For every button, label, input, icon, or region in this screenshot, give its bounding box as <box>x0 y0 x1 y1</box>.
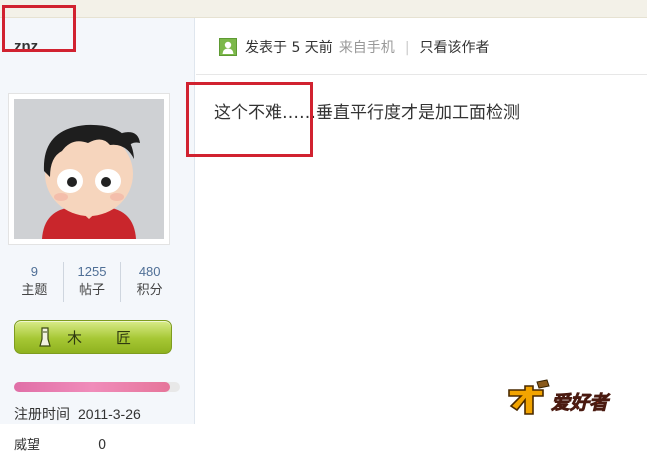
rank-char-1: 木 <box>67 329 83 347</box>
svg-text:爱好者: 爱好者 <box>551 392 611 414</box>
chisel-icon <box>39 327 51 347</box>
prestige-value: 0 <box>98 438 107 453</box>
top-strip <box>0 0 647 18</box>
prestige-label: 威望 <box>14 438 41 453</box>
stat-points-label: 积分 <box>136 283 163 298</box>
post-source: 来自手机 <box>338 40 395 56</box>
stat-posts-label: 帖子 <box>79 283 106 298</box>
post-meta-bar: 发表于 5 天前 来自手机 | 只看该作者 <box>196 18 647 75</box>
register-label: 注册时间 <box>14 407 70 423</box>
author-sidebar: znz 9 主题 1255 帖子 480 积分 木 匠 注册时间 2011-3-… <box>0 18 195 453</box>
register-time: 注册时间 2011-3-26 <box>14 404 141 424</box>
stat-topics[interactable]: 9 主题 <box>6 262 63 302</box>
stat-posts-value: 1255 <box>77 264 107 279</box>
posted-time: 发表于 5 天前 <box>245 40 333 56</box>
avatar-image <box>14 99 164 239</box>
avatar[interactable] <box>8 93 170 245</box>
register-date: 2011-3-26 <box>78 406 141 422</box>
post-meta-text: 发表于 5 天前 来自手机 | 只看该作者 <box>245 37 490 57</box>
rank-char-2: 匠 <box>116 329 132 347</box>
stat-topics-label: 主题 <box>21 283 48 298</box>
only-author-link[interactable]: 只看该作者 <box>420 40 490 56</box>
meta-divider: | <box>404 40 410 56</box>
rank-badge: 木匠 <box>14 320 172 354</box>
user-icon <box>219 38 237 56</box>
highlight-box-content <box>186 82 313 157</box>
author-stats: 9 主题 1255 帖子 480 积分 <box>6 262 178 302</box>
stat-points-value: 480 <box>138 264 161 279</box>
highlight-box-author <box>2 5 76 52</box>
rank-progress-fill <box>14 382 171 392</box>
rank-progress-bar <box>14 382 180 392</box>
stat-points[interactable]: 480 积分 <box>120 262 178 302</box>
stat-topics-value: 9 <box>30 264 38 279</box>
stat-posts[interactable]: 1255 帖子 <box>62 262 121 302</box>
site-logo: 爱好者 <box>508 379 611 415</box>
rank-title: 木匠 <box>67 327 131 348</box>
prestige-row: 威望 0 <box>14 434 106 453</box>
